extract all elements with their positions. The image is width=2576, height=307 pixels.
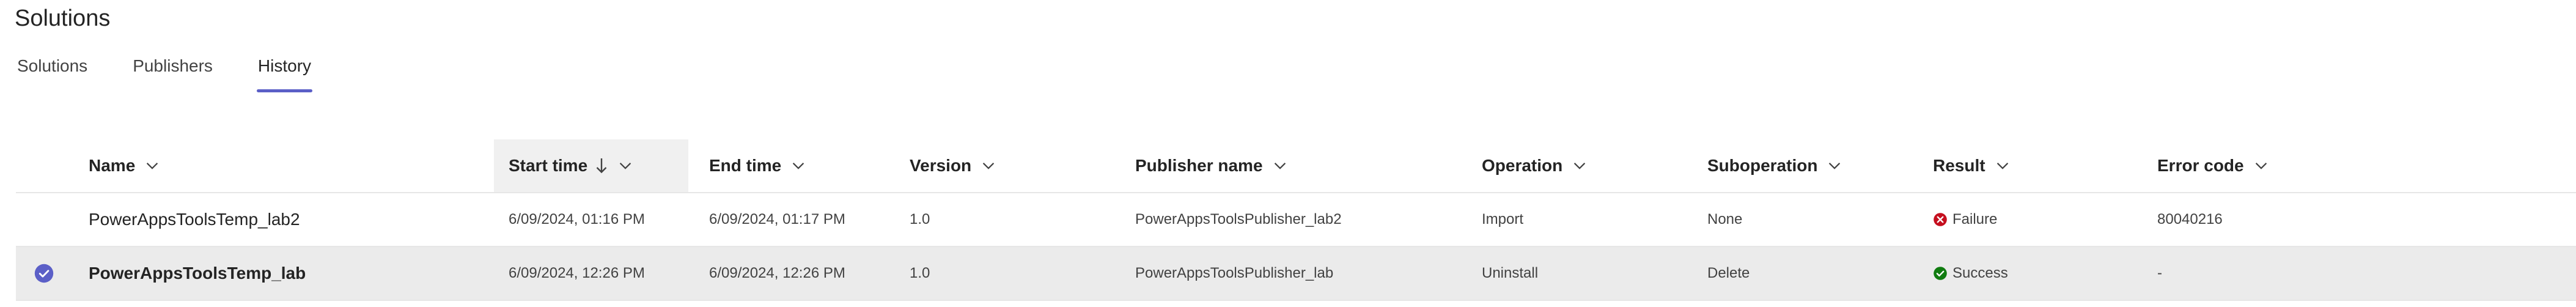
chevron-down-icon: [1829, 163, 1841, 169]
chevron-down-icon: [619, 163, 631, 169]
column-header-label: Error code: [2157, 156, 2244, 175]
column-header-label: Operation: [1482, 156, 1563, 175]
arrow-down-icon: [596, 158, 607, 174]
cell-name[interactable]: PowerAppsToolsTemp_lab2: [89, 193, 300, 246]
page-title: Solutions: [15, 6, 111, 31]
tab-list: Solutions Publishers History: [17, 54, 356, 94]
history-grid: Name Start time End time Version Publish…: [16, 139, 2576, 301]
column-header-error-code[interactable]: Error code: [2157, 139, 2359, 192]
column-header-label: Start time: [509, 156, 588, 175]
checkmark-circle-icon[interactable]: [34, 264, 54, 283]
chevron-down-icon: [1574, 163, 1586, 169]
cell-version: 1.0: [910, 211, 930, 227]
column-header-start-time[interactable]: Start time: [494, 139, 688, 192]
column-header-version[interactable]: Version: [910, 139, 1111, 192]
cell-suboperation: Delete: [1707, 265, 1750, 281]
chevron-down-icon: [793, 163, 804, 169]
cell-publisher-name: PowerAppsToolsPublisher_lab2: [1135, 211, 1342, 227]
column-header-end-time[interactable]: End time: [709, 139, 892, 192]
tab-solutions[interactable]: Solutions: [17, 54, 87, 94]
column-header-operation[interactable]: Operation: [1482, 139, 1684, 192]
cell-operation: Import: [1482, 211, 1524, 227]
cell-result: Failure: [1933, 193, 1997, 246]
chevron-down-icon: [1996, 163, 2008, 169]
cell-error-code: 80040216: [2157, 211, 2223, 227]
cell-name[interactable]: PowerAppsToolsTemp_lab: [89, 247, 306, 300]
column-header-name[interactable]: Name: [89, 139, 504, 192]
table-row[interactable]: PowerAppsToolsTemp_lab 6/09/2024, 12:26 …: [16, 247, 2576, 301]
chevron-down-icon: [147, 163, 158, 169]
cell-start-time: 6/09/2024, 01:16 PM: [509, 211, 645, 227]
column-header-label: Name: [89, 156, 136, 175]
column-header-suboperation[interactable]: Suboperation: [1707, 139, 1909, 192]
grid-header: Name Start time End time Version Publish…: [16, 139, 2576, 193]
table-row[interactable]: PowerAppsToolsTemp_lab2 6/09/2024, 01:16…: [16, 193, 2576, 247]
checkmark-circle-icon: [1934, 267, 1947, 280]
chevron-down-icon: [982, 163, 995, 169]
chevron-down-icon: [1274, 163, 1286, 169]
column-header-label: Publisher name: [1135, 156, 1263, 175]
column-header-label: Version: [910, 156, 972, 175]
cell-start-time: 6/09/2024, 12:26 PM: [509, 265, 645, 281]
error-circle-icon: [1934, 213, 1947, 226]
cell-error-code: -: [2157, 265, 2162, 281]
cell-end-time: 6/09/2024, 12:26 PM: [709, 265, 845, 281]
cell-suboperation: None: [1707, 211, 1743, 227]
cell-operation: Uninstall: [1482, 265, 1539, 281]
result-label: Failure: [1952, 211, 1998, 227]
chevron-down-icon: [2255, 163, 2267, 169]
cell-publisher-name: PowerAppsToolsPublisher_lab: [1135, 265, 1334, 281]
column-header-result[interactable]: Result: [1933, 139, 2135, 192]
cell-end-time: 6/09/2024, 01:17 PM: [709, 211, 845, 227]
cell-result: Success: [1933, 247, 2008, 300]
cell-version: 1.0: [910, 265, 930, 281]
result-label: Success: [1952, 265, 2008, 281]
tab-history[interactable]: History: [256, 54, 313, 94]
column-header-label: Result: [1933, 156, 1985, 175]
column-header-publisher-name[interactable]: Publisher name: [1135, 139, 1453, 192]
column-header-label: Suboperation: [1707, 156, 1818, 175]
tab-publishers[interactable]: Publishers: [133, 54, 213, 94]
column-header-label: End time: [709, 156, 782, 175]
